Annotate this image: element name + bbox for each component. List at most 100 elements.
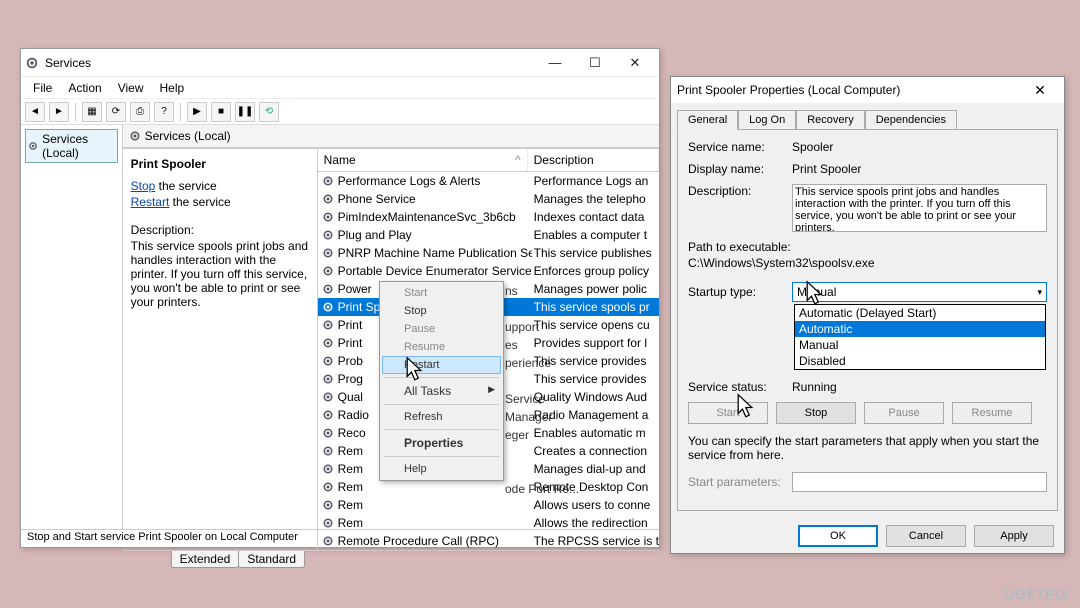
option-disabled[interactable]: Disabled (795, 353, 1045, 369)
gear-icon (322, 445, 334, 457)
close-button[interactable]: ✕ (615, 50, 655, 76)
option-automatic[interactable]: Automatic (795, 321, 1045, 337)
display-name-label: Display name: (688, 162, 786, 176)
service-row[interactable]: Plug and PlayEnables a computer t (318, 226, 659, 244)
description-box[interactable]: This service spools print jobs and handl… (792, 184, 1047, 232)
watermark: UG€TFIX (1004, 586, 1070, 602)
ctx-help[interactable]: Help (382, 460, 501, 478)
resume-button: Resume (952, 402, 1032, 424)
stop-link-suffix: the service (155, 179, 216, 193)
service-row[interactable]: RemAllows the redirection (318, 514, 659, 532)
service-row[interactable]: Performance Logs & AlertsPerformance Log… (318, 172, 659, 190)
service-name: PNRP Machine Name Publication Service (338, 246, 532, 260)
ctx-refresh[interactable]: Refresh (382, 408, 501, 426)
selected-service-title: Print Spooler (131, 157, 309, 171)
content-header-label: Services (Local) (145, 129, 231, 143)
ok-button[interactable]: OK (798, 525, 878, 547)
context-menu: Start Stop Pause Resume Restart All Task… (379, 281, 504, 481)
gear-icon (322, 499, 334, 511)
gear-icon (25, 56, 39, 70)
tab-logon[interactable]: Log On (738, 110, 796, 130)
stop-link[interactable]: Stop (131, 179, 156, 193)
ctx-start: Start (382, 284, 501, 302)
properties-dialog: Print Spooler Properties (Local Computer… (670, 76, 1065, 554)
restart-button[interactable]: ⟲ (259, 102, 279, 122)
export-button[interactable]: ⎙ (130, 102, 150, 122)
back-button[interactable]: ◄ (25, 102, 45, 122)
tab-general[interactable]: General (677, 110, 738, 130)
tab-recovery[interactable]: Recovery (796, 110, 864, 130)
stop-button[interactable]: ■ (211, 102, 231, 122)
gear-icon (322, 193, 334, 205)
service-name: Plug and Play (338, 228, 532, 242)
service-row[interactable]: PNRP Machine Name Publication ServiceThi… (318, 244, 659, 262)
gear-icon (322, 481, 334, 493)
gear-icon (322, 229, 334, 241)
service-desc: Performance Logs an (532, 174, 659, 188)
toolbar: ◄ ► ▦ ⟳ ⎙ ? ▶ ■ ❚❚ ⟲ (21, 99, 659, 125)
maximize-button[interactable]: ☐ (575, 50, 615, 76)
menu-file[interactable]: File (27, 79, 58, 97)
ctx-restart[interactable]: Restart (382, 356, 501, 374)
tab-extended[interactable]: Extended (171, 551, 240, 568)
menu-help[interactable]: Help (154, 79, 191, 97)
pause-button[interactable]: ❚❚ (235, 102, 255, 122)
start-params-label: Start parameters: (688, 475, 786, 489)
startup-type-combo[interactable]: Manual ▾ (792, 282, 1047, 302)
ctx-resume: Resume (382, 338, 501, 356)
show-hide-button[interactable]: ▦ (82, 102, 102, 122)
view-tabs: Extended Standard (123, 550, 659, 568)
tab-dependencies[interactable]: Dependencies (865, 110, 957, 130)
menu-view[interactable]: View (112, 79, 150, 97)
startup-type-label: Startup type: (688, 285, 786, 299)
service-row[interactable]: Remote Procedure Call (RPC)The RPCSS ser… (318, 532, 659, 550)
help-button[interactable]: ? (154, 102, 174, 122)
gear-icon (322, 355, 334, 367)
service-name: Performance Logs & Alerts (338, 174, 532, 188)
start-params-input[interactable] (792, 472, 1047, 492)
gear-icon (322, 337, 334, 349)
minimize-button[interactable]: — (535, 50, 575, 76)
forward-button[interactable]: ► (49, 102, 69, 122)
gear-icon (129, 130, 141, 142)
service-desc: Enables a computer t (532, 228, 659, 242)
option-delayed[interactable]: Automatic (Delayed Start) (795, 305, 1045, 321)
service-desc: Manages the telepho (532, 192, 659, 206)
tree-services-local[interactable]: Services (Local) (25, 129, 118, 163)
service-name: Rem (338, 516, 532, 530)
service-status-label: Service status: (688, 380, 786, 394)
ctx-properties[interactable]: Properties (382, 433, 501, 453)
col-desc-header[interactable]: Description (528, 149, 659, 171)
service-desc: This service publishes (532, 246, 659, 260)
option-manual[interactable]: Manual (795, 337, 1045, 353)
gear-icon (322, 427, 334, 439)
apply-button[interactable]: Apply (974, 525, 1054, 547)
service-row[interactable]: PimIndexMaintenanceSvc_3b6cbIndexes cont… (318, 208, 659, 226)
service-name: Rem (338, 480, 532, 494)
ctx-all-tasks[interactable]: All Tasks▶ (382, 381, 501, 401)
content-header: Services (Local) (123, 125, 659, 148)
menu-action[interactable]: Action (62, 79, 107, 97)
description-pane: Print Spooler Stop the service Restart t… (123, 149, 318, 550)
tab-standard[interactable]: Standard (238, 551, 305, 568)
service-name: Portable Device Enumerator Service (338, 264, 532, 278)
stop-button[interactable]: Stop (776, 402, 856, 424)
refresh-button[interactable]: ⟳ (106, 102, 126, 122)
service-row[interactable]: Portable Device Enumerator ServiceEnforc… (318, 262, 659, 280)
startup-type-value: Manual (797, 285, 836, 299)
service-row[interactable]: Phone ServiceManages the telepho (318, 190, 659, 208)
gear-icon (322, 463, 334, 475)
path-value: C:\Windows\System32\spoolsv.exe (688, 256, 1047, 270)
startup-dropdown: Automatic (Delayed Start) Automatic Manu… (794, 304, 1046, 370)
ctx-stop[interactable]: Stop (382, 302, 501, 320)
col-name-header[interactable]: Name^ (318, 149, 528, 171)
service-desc: The RPCSS service is t (532, 534, 659, 548)
play-button[interactable]: ▶ (187, 102, 207, 122)
dialog-close-button[interactable]: ✕ (1022, 82, 1058, 99)
description-label: Description: (131, 223, 309, 237)
cancel-button[interactable]: Cancel (886, 525, 966, 547)
path-label: Path to executable: (688, 240, 1047, 254)
gear-icon (322, 409, 334, 421)
restart-link[interactable]: Restart (131, 195, 170, 209)
service-row[interactable]: RemAllows users to conne (318, 496, 659, 514)
